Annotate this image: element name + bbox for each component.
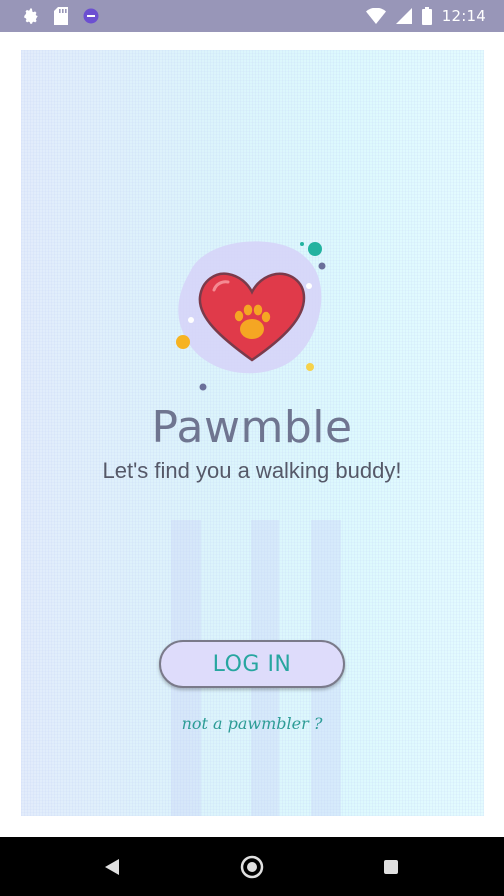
status-right: 12:14 xyxy=(365,7,504,25)
wifi-icon xyxy=(365,8,386,24)
status-time: 12:14 xyxy=(441,7,486,25)
sd-card-icon xyxy=(54,7,68,25)
settings-icon xyxy=(22,7,40,25)
status-bar: 12:14 xyxy=(0,0,504,32)
signal-icon xyxy=(395,8,412,24)
login-button[interactable]: LOG IN xyxy=(159,640,345,688)
heart-paw-icon xyxy=(160,232,350,392)
screen: 12:14 Pawmble Let's find you a walking b… xyxy=(0,0,504,896)
home-button[interactable] xyxy=(222,837,282,896)
home-icon xyxy=(239,854,265,880)
back-button[interactable] xyxy=(82,837,142,896)
back-icon xyxy=(103,857,121,877)
recents-icon xyxy=(382,858,400,876)
shield-icon xyxy=(82,7,100,25)
app-title: Pawmble xyxy=(151,402,353,453)
navigation-bar xyxy=(0,837,504,896)
signup-link[interactable]: not a pawmbler ? xyxy=(0,714,504,733)
tagline: Let's find you a walking buddy! xyxy=(102,458,402,483)
battery-icon xyxy=(421,7,432,25)
status-left xyxy=(0,7,100,25)
recents-button[interactable] xyxy=(361,837,421,896)
